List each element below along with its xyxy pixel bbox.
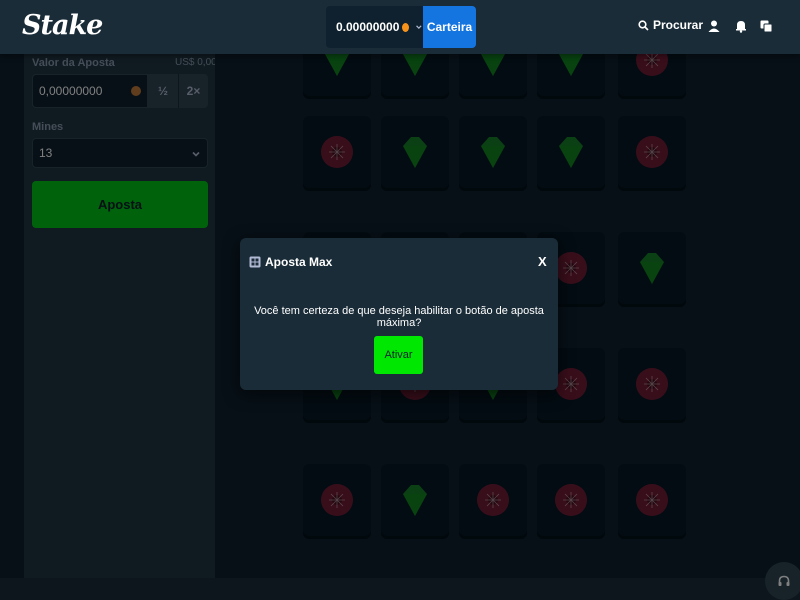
- bitcoin-icon: [402, 22, 410, 32]
- search-icon: [638, 19, 649, 31]
- dialog-message: Você tem certeza de que deseja habilitar…: [254, 305, 544, 329]
- search-button[interactable]: Procurar: [638, 18, 703, 32]
- top-navigation-bar: Stake 0.00000000 Carteira Procurar: [0, 0, 800, 54]
- search-label: Procurar: [653, 18, 704, 32]
- bell-icon[interactable]: [734, 19, 748, 33]
- max-bet-icon: [249, 256, 261, 268]
- chat-icon[interactable]: [759, 19, 773, 33]
- dialog-title: Aposta Max: [265, 255, 333, 269]
- chevron-down-icon: [416, 25, 422, 30]
- balance-amount: 0.00000000: [336, 20, 400, 34]
- wallet-button[interactable]: Carteira: [423, 6, 476, 48]
- stake-logo[interactable]: Stake: [22, 10, 103, 41]
- user-icon[interactable]: [707, 19, 721, 33]
- activate-button[interactable]: Ativar: [374, 336, 423, 374]
- max-bet-dialog: Aposta Max X Você tem certeza de que des…: [240, 238, 558, 390]
- close-dialog-button[interactable]: X: [538, 254, 547, 269]
- balance-selector[interactable]: 0.00000000: [326, 6, 423, 48]
